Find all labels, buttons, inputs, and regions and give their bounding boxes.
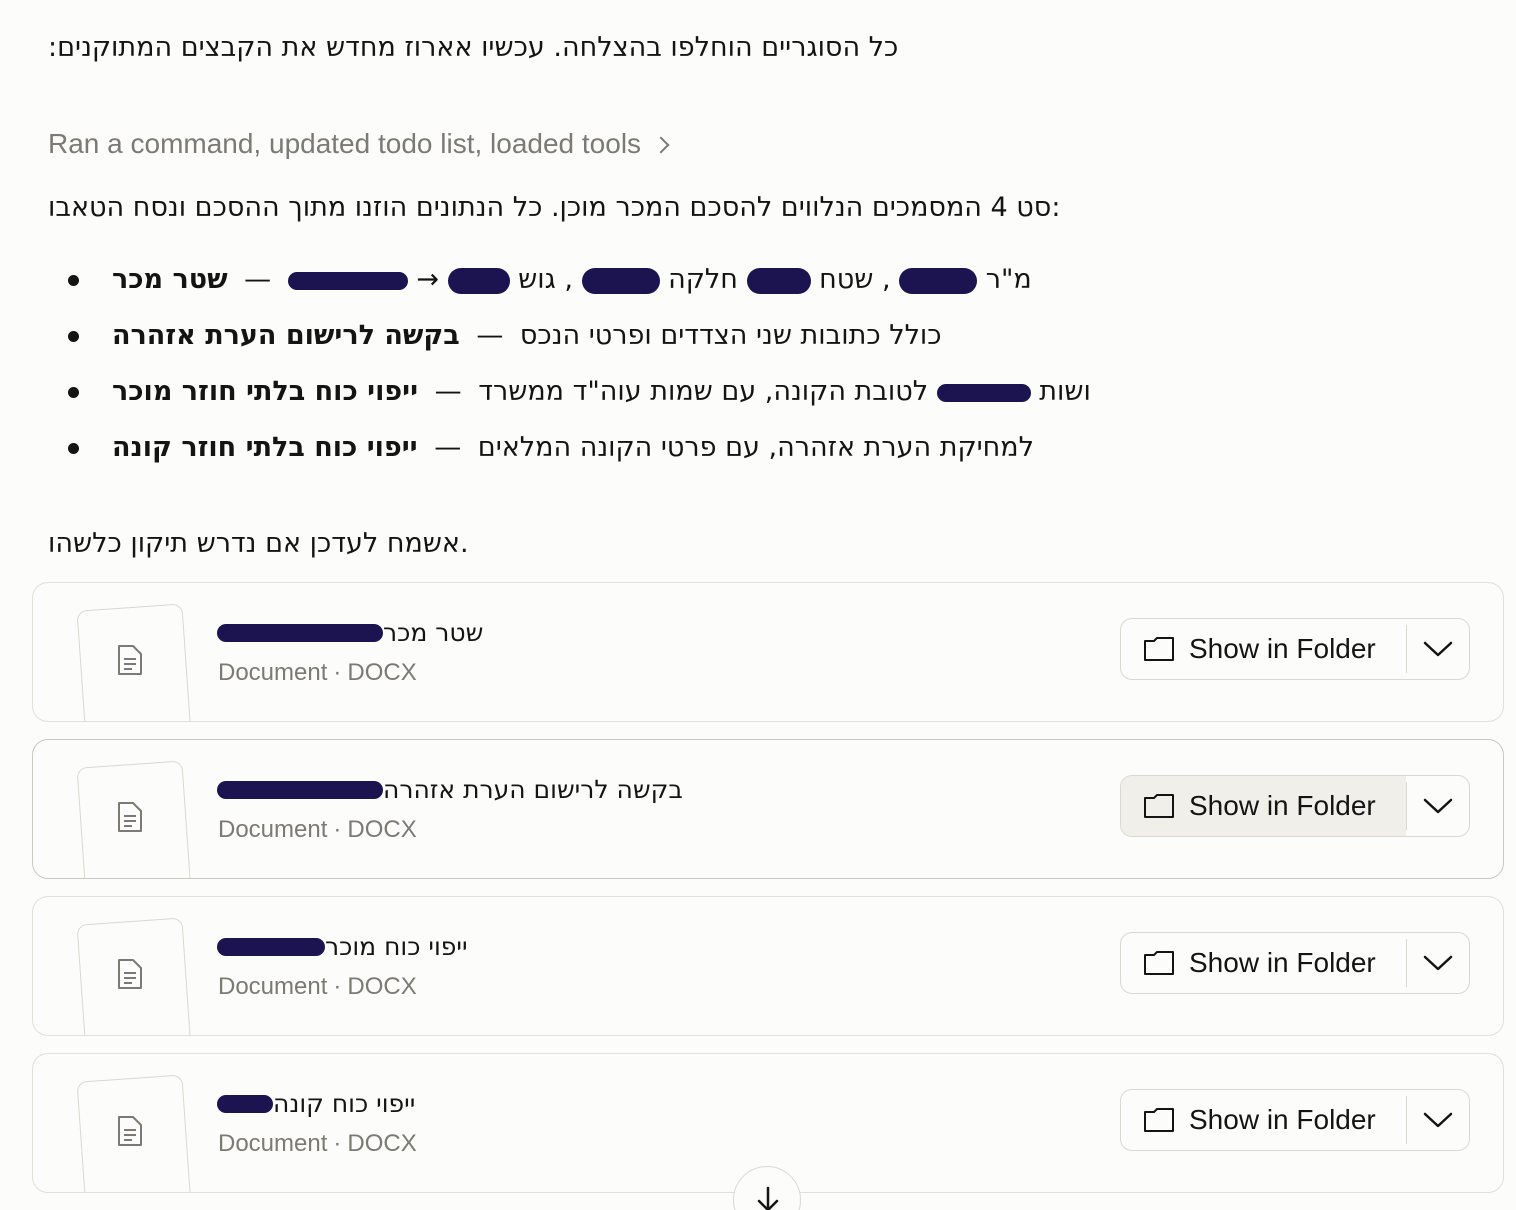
- redaction-mark: [287, 271, 408, 290]
- show-in-folder-button[interactable]: Show in Folder: [1121, 619, 1406, 679]
- bullet-dot: [68, 443, 79, 454]
- file-meta: Document · DOCX: [218, 969, 417, 1005]
- file-format: DOCX: [347, 659, 417, 686]
- bullet-text-d: , שטח: [819, 264, 891, 295]
- redaction-mark: [217, 781, 383, 799]
- bullet-title: ייפוי כוח בלתי חוזר קונה: [112, 432, 418, 463]
- list-item: למחיקת הערת אזהרה, עם פרטי הקונה המלאים …: [64, 424, 1364, 480]
- file-title: שטר מכר: [217, 615, 483, 651]
- file-options-dropdown[interactable]: [1407, 776, 1469, 836]
- list-item: מ"ר , שטח חלקה , גוש → — שטר מכר: [64, 256, 1364, 312]
- file-card[interactable]: שטר מכר Document · DOCX Show in Folder: [32, 582, 1504, 722]
- file-name: ייפוי כוח מוכר: [325, 932, 468, 961]
- file-options-dropdown[interactable]: [1407, 1090, 1469, 1150]
- redaction-mark: [899, 267, 978, 294]
- show-in-folder-label: Show in Folder: [1189, 633, 1376, 664]
- bullet-dot: [68, 387, 79, 398]
- file-format: DOCX: [347, 1130, 417, 1157]
- file-meta: Document · DOCX: [218, 655, 417, 691]
- redaction-mark: [936, 383, 1031, 402]
- file-title: בקשה לרישום הערת אזהרה: [217, 772, 683, 808]
- documents-list: מ"ר , שטח חלקה , גוש → — שטר מכר כולל כת…: [64, 256, 1364, 480]
- chevron-down-icon: [1423, 798, 1453, 814]
- show-in-folder-split-button: Show in Folder: [1120, 775, 1470, 837]
- closing-message: אשמח לעדכן אם נדרש תיקון כלשהו.: [48, 528, 469, 559]
- file-format: DOCX: [347, 816, 417, 843]
- document-icon: [118, 645, 142, 675]
- bullet-text-a: לטובת הקונה, עם שמות עוה"ד ממשרד: [478, 376, 929, 407]
- bullet-arrow: →: [416, 264, 439, 295]
- document-icon: [118, 959, 142, 989]
- file-type: Document: [218, 659, 328, 686]
- show-in-folder-label: Show in Folder: [1189, 790, 1376, 821]
- bullet-title: ייפוי כוח בלתי חוזר מוכר: [112, 376, 419, 407]
- assistant-message-intro: :כל הסוגריים הוחלפו בהצלחה. עכשיו אארוז …: [48, 32, 899, 63]
- bullet-dot: [68, 331, 79, 342]
- file-format: DOCX: [347, 973, 417, 1000]
- bullet-text-c: חלקה: [668, 264, 738, 295]
- show-in-folder-label: Show in Folder: [1189, 947, 1376, 978]
- file-meta: Document · DOCX: [218, 1126, 417, 1162]
- redaction-mark: [217, 624, 383, 642]
- tool-calls-summary-label: Ran a command, updated todo list, loaded…: [48, 128, 642, 159]
- file-type: Document: [218, 816, 328, 843]
- bullet-text-b: ושות: [1039, 376, 1091, 407]
- file-card[interactable]: בקשה לרישום הערת אזהרה Document · DOCX Sho…: [32, 739, 1504, 879]
- meta-separator: ·: [333, 816, 342, 843]
- file-type: Document: [218, 1130, 328, 1157]
- meta-separator: ·: [333, 973, 342, 1000]
- bullet-separator: —: [476, 320, 504, 351]
- redaction-mark: [746, 267, 811, 294]
- folder-icon: [1144, 951, 1174, 975]
- show-in-folder-button[interactable]: Show in Folder: [1121, 933, 1406, 993]
- file-type: Document: [218, 973, 328, 1000]
- show-in-folder-button[interactable]: Show in Folder: [1121, 776, 1406, 836]
- folder-icon: [1144, 637, 1174, 661]
- file-options-dropdown[interactable]: [1407, 933, 1469, 993]
- bullet-separator: —: [434, 432, 462, 463]
- bullet-separator: —: [244, 264, 272, 295]
- bullet-separator: —: [434, 376, 462, 407]
- redaction-mark: [581, 267, 660, 294]
- bullet-text: כולל כתובות שני הצדדים ופרטי הנכס: [519, 320, 942, 351]
- file-title: ייפוי כוח מוכר: [217, 929, 468, 965]
- bullet-title: שטר מכר: [112, 264, 228, 295]
- file-meta: Document · DOCX: [218, 812, 417, 848]
- bullet-text: למחיקת הערת אזהרה, עם פרטי הקונה המלאים: [477, 432, 1034, 463]
- file-name: ייפוי כוח קונה: [273, 1089, 416, 1118]
- chat-page: :כל הסוגריים הוחלפו בהצלחה. עכשיו אארוז …: [0, 0, 1516, 1210]
- folder-icon: [1144, 1108, 1174, 1132]
- chevron-right-icon: [652, 136, 670, 154]
- chevron-down-icon: [1423, 1112, 1453, 1128]
- file-name: בקשה לרישום הערת אזהרה: [383, 775, 683, 804]
- list-item: ושות לטובת הקונה, עם שמות עוה"ד ממשרד — …: [64, 368, 1364, 424]
- show-in-folder-split-button: Show in Folder: [1120, 618, 1470, 680]
- show-in-folder-split-button: Show in Folder: [1120, 932, 1470, 994]
- folder-icon: [1144, 794, 1174, 818]
- chevron-down-icon: [1423, 955, 1453, 971]
- file-title: ייפוי כוח קונה: [217, 1086, 415, 1122]
- meta-separator: ·: [333, 659, 342, 686]
- bullet-title: בקשה לרישום הערת אזהרה: [112, 320, 460, 351]
- file-name: שטר מכר: [383, 618, 484, 647]
- file-card[interactable]: ייפוי כוח מוכר Document · DOCX Show in Fol…: [32, 896, 1504, 1036]
- bullet-text-b: , גוש: [518, 264, 573, 295]
- bullet-dot: [68, 275, 79, 286]
- redaction-mark: [217, 938, 325, 956]
- show-in-folder-label: Show in Folder: [1189, 1104, 1376, 1135]
- show-in-folder-button[interactable]: Show in Folder: [1121, 1090, 1406, 1150]
- arrow-down-icon: [757, 1186, 779, 1210]
- meta-separator: ·: [333, 1130, 342, 1157]
- documents-summary: סט 4 המסמכים הנלווים להסכם המכר מוכן. כל…: [48, 192, 1061, 223]
- redaction-mark: [217, 1095, 273, 1113]
- list-item: כולל כתובות שני הצדדים ופרטי הנכס — בקשה…: [64, 312, 1364, 368]
- chevron-down-icon: [1423, 641, 1453, 657]
- document-icon: [118, 1116, 142, 1146]
- redaction-mark: [447, 267, 510, 294]
- bullet-text-e: מ"ר: [985, 264, 1032, 295]
- show-in-folder-split-button: Show in Folder: [1120, 1089, 1470, 1151]
- file-options-dropdown[interactable]: [1407, 619, 1469, 679]
- document-icon: [118, 802, 142, 832]
- tool-calls-summary[interactable]: Ran a command, updated todo list, loaded…: [48, 124, 670, 164]
